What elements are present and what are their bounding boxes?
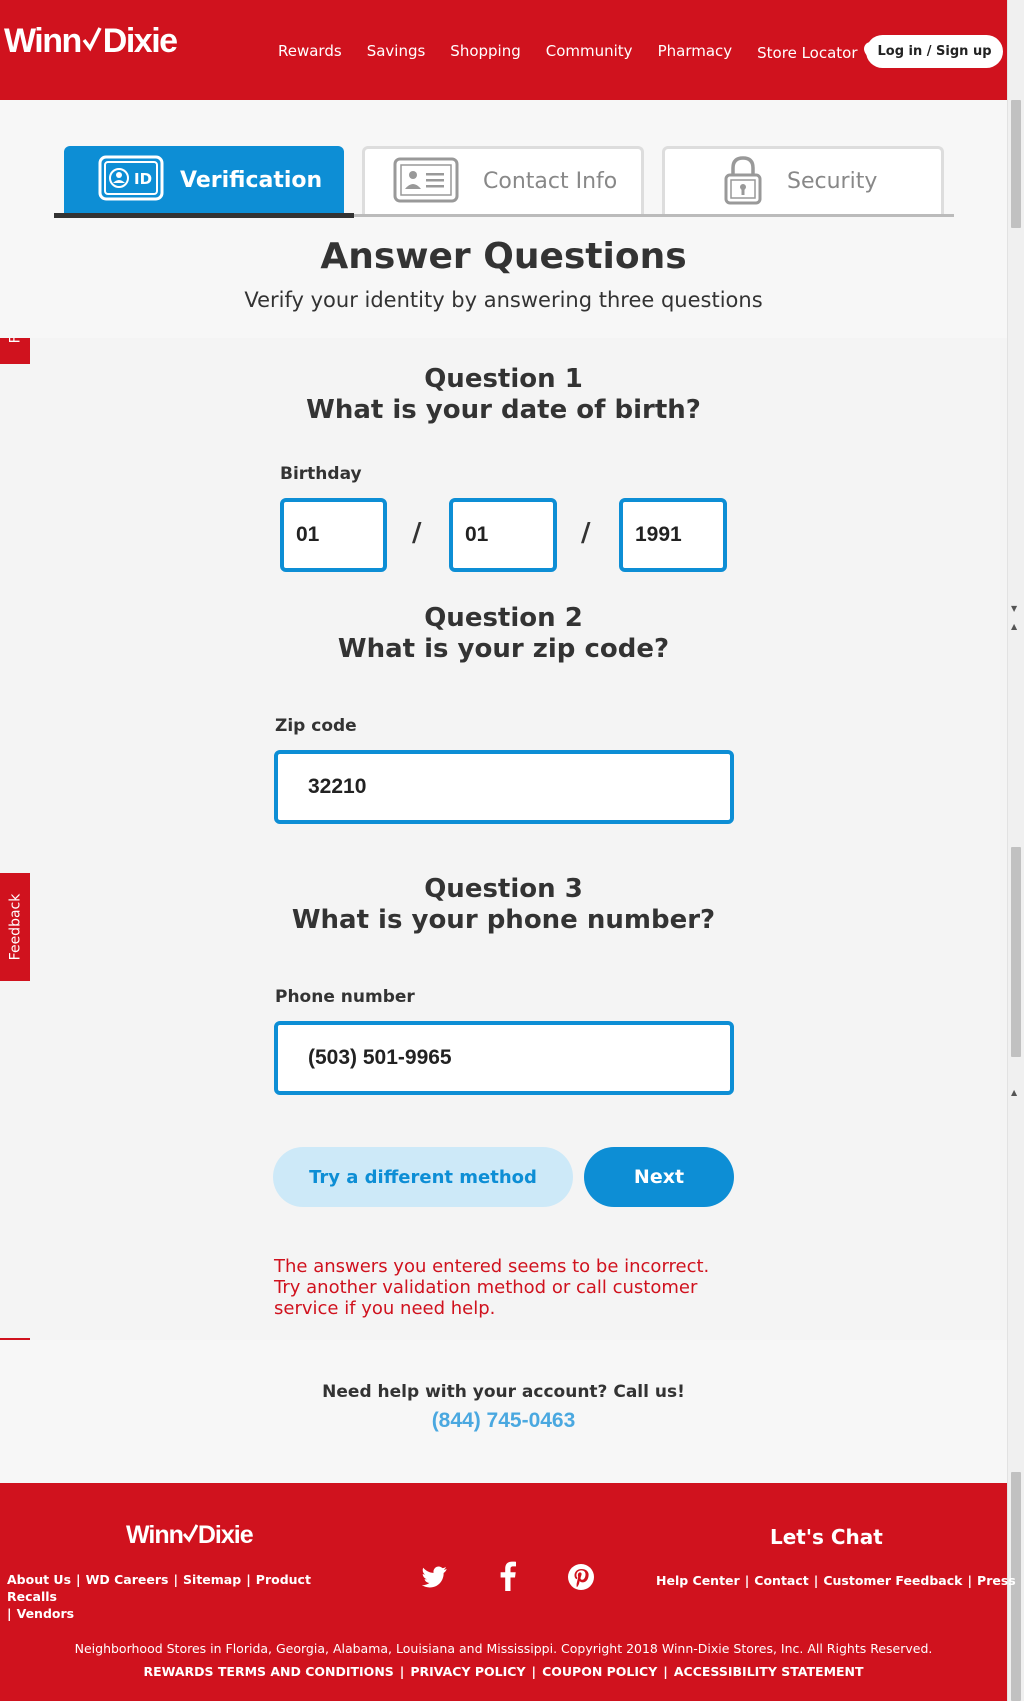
birth-month-input[interactable]: 01	[280, 498, 387, 572]
footer-link-careers[interactable]: WD Careers	[86, 1572, 169, 1587]
help-text: Need help with your account? Call us!	[322, 1382, 685, 1402]
page-subtitle: Verify your identity by answering three …	[244, 288, 763, 312]
nav-savings[interactable]: Savings	[367, 42, 426, 64]
padlock-icon	[723, 154, 763, 210]
footer-link-customer-feedback[interactable]: Customer Feedback	[823, 1573, 962, 1588]
question-3-text: What is your phone number?	[291, 905, 716, 935]
id-card-icon: ID	[98, 155, 164, 205]
footer-links-left: About Us | WD Careers | Sitemap | Product Reca…	[7, 1572, 311, 1621]
winn-dixie-logo[interactable]: Winn Dixie	[4, 22, 178, 61]
tab-security-label: Security	[787, 169, 878, 194]
error-message: The answers you entered seems to be inco…	[274, 1256, 710, 1319]
main-nav: Rewards Savings Shopping Community Pharm…	[278, 42, 903, 64]
birth-day-input[interactable]: 01	[449, 498, 557, 572]
footer-links-right: Help Center | Contact | Customer Feedback | Pr…	[656, 1573, 1016, 1588]
logo-text-right: Dixie	[102, 22, 178, 60]
nav-pharmacy[interactable]: Pharmacy	[658, 42, 733, 64]
nav-rewards[interactable]: Rewards	[278, 42, 342, 64]
footer-logo-right: Dixie	[197, 1521, 254, 1549]
lets-chat-heading: Let's Chat	[770, 1525, 883, 1549]
question-2-number: Question 2	[424, 603, 583, 633]
legal-coupon-policy[interactable]: COUPON POLICY	[542, 1664, 657, 1679]
nav-store-locator[interactable]: Store Locator	[757, 42, 878, 64]
footer-link-about[interactable]: About Us	[7, 1572, 71, 1587]
twitter-icon[interactable]	[421, 1566, 448, 1592]
id-badge-text: ID	[134, 170, 152, 188]
phone-number-label: Phone number	[275, 987, 415, 1007]
footer-link-vendors[interactable]: Vendors	[17, 1606, 75, 1621]
tab-security[interactable]: Security	[662, 146, 944, 214]
question-1-number: Question 1	[424, 364, 583, 394]
footer-logo-left: Winn	[126, 1521, 184, 1549]
scroll-up-arrow-2[interactable]: ▲	[1011, 1088, 1017, 1097]
footer-logo[interactable]: Winn Dixie	[126, 1521, 254, 1550]
nav-community[interactable]: Community	[546, 42, 633, 64]
active-tab-indicator	[54, 213, 354, 218]
tab-contact-info[interactable]: Contact Info	[362, 146, 644, 214]
birth-year-input[interactable]: 1991	[619, 498, 727, 572]
date-separator: /	[412, 518, 422, 548]
scroll-up-arrow[interactable]: ▲	[1011, 622, 1017, 631]
nav-shopping[interactable]: Shopping	[450, 42, 520, 64]
nav-store-locator-label: Store Locator	[757, 44, 858, 62]
footer-link-contact[interactable]: Contact	[754, 1573, 808, 1588]
footer-link-press[interactable]: Press	[977, 1573, 1016, 1588]
copyright-text: Neighborhood Stores in Florida, Georgia,…	[74, 1641, 933, 1656]
scrollbar-thumb-2[interactable]	[1011, 847, 1021, 1057]
legal-accessibility[interactable]: ACCESSIBILITY STATEMENT	[674, 1664, 864, 1679]
site-header: Winn Dixie Rewards Savings Shopping Commu…	[0, 0, 1007, 100]
footer-link-sitemap[interactable]: Sitemap	[183, 1572, 241, 1587]
page-title: Answer Questions	[320, 236, 687, 277]
try-different-method-button[interactable]: Try a different method	[273, 1147, 573, 1207]
question-3-number: Question 3	[424, 874, 583, 904]
site-footer: Winn Dixie About Us | WD Careers | Sitemap | Pr…	[0, 1483, 1016, 1701]
footer-legal-links: REWARDS TERMS AND CONDITIONS | PRIVACY POL…	[143, 1664, 864, 1679]
phone-number-input[interactable]: (503) 501-9965	[274, 1021, 734, 1095]
pinterest-icon[interactable]	[567, 1563, 595, 1595]
next-button[interactable]: Next	[584, 1147, 734, 1207]
tab-verification[interactable]: ID Verification	[64, 146, 344, 214]
question-3-heading: Question 3 What is your phone number?	[0, 874, 1007, 936]
zip-code-label: Zip code	[275, 716, 357, 736]
tab-contact-info-label: Contact Info	[483, 169, 618, 194]
birthday-label: Birthday	[280, 464, 362, 484]
scroll-down-arrow[interactable]: ▼	[1011, 604, 1017, 613]
question-1-text: What is your date of birth?	[306, 395, 701, 425]
zip-code-input[interactable]: 32210	[274, 750, 734, 824]
help-phone-link[interactable]: (844) 745-0463	[0, 1409, 1007, 1433]
question-1-heading: Question 1 What is your date of birth?	[0, 364, 1007, 426]
legal-rewards-terms[interactable]: REWARDS TERMS AND CONDITIONS	[143, 1664, 393, 1679]
logo-text-left: Winn	[4, 22, 82, 60]
facebook-icon[interactable]	[500, 1561, 516, 1595]
login-signup-button[interactable]: Log in / Sign up	[866, 35, 1003, 68]
scrollbar-thumb[interactable]	[1011, 100, 1021, 228]
date-separator: /	[581, 518, 591, 548]
checkmark-icon	[82, 22, 102, 61]
question-2-heading: Question 2 What is your zip code?	[0, 603, 1007, 665]
tab-verification-label: Verification	[180, 167, 323, 193]
footer-link-help-center[interactable]: Help Center	[656, 1573, 740, 1588]
tab-divider	[354, 214, 954, 217]
question-2-text: What is your zip code?	[337, 634, 670, 664]
checkmark-icon	[182, 1521, 199, 1549]
legal-privacy-policy[interactable]: PRIVACY POLICY	[410, 1664, 525, 1679]
contact-card-icon	[393, 157, 459, 207]
